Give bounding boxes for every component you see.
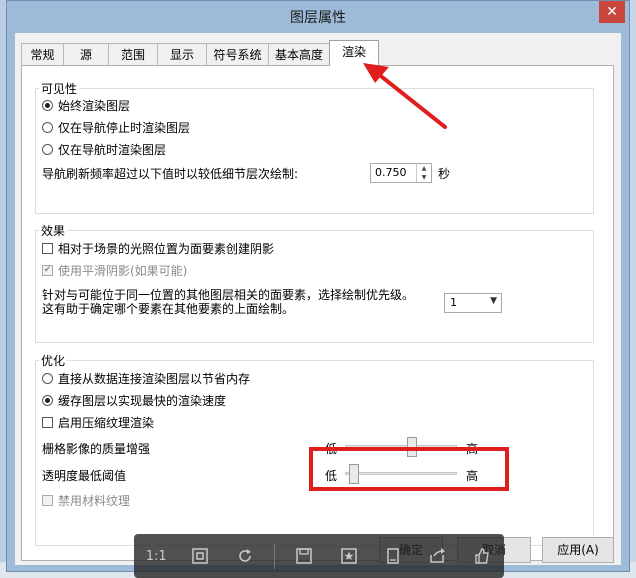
radio-label: 仅在导航时渲染图层 [58,143,167,157]
radio-label: 仅在导航停止时渲染图层 [58,121,191,135]
save-icon[interactable] [289,541,319,571]
apply-button[interactable]: 应用(A) [542,537,614,563]
compressed-texture-checkbox-row[interactable]: 启用压缩纹理渲染 [42,414,154,431]
radio-button[interactable] [42,100,53,111]
zoom-actual-size-button[interactable]: 1:1 [141,541,171,571]
image-viewer-toolbar: 1:1 [134,534,504,578]
tab-symbology[interactable]: 符号系统 [206,43,269,65]
rendering-panel: 可见性 始终渲染图层 仅在导航停止时渲染图层 仅在导航时渲染图层 导航刷新频率超… [21,65,614,561]
radio-render-while-navigating[interactable]: 仅在导航时渲染图层 [42,141,166,158]
priority-select[interactable]: 1 ▼ [444,293,502,313]
checkbox-checked[interactable]: ✔ [42,265,53,276]
visibility-group: 可见性 始终渲染图层 仅在导航停止时渲染图层 仅在导航时渲染图层 导航刷新频率超… [35,80,594,214]
radio-direct-from-data[interactable]: 直接从数据连接渲染图层以节省内存 [42,370,250,387]
radio-label: 始终渲染图层 [58,99,131,113]
like-icon[interactable] [467,541,497,571]
priority-description-line2: 这有助于确定哪个要素在其他要素的上面绘制。 [42,302,295,316]
checkbox[interactable] [42,495,53,506]
checkbox-label: 使用平滑阴影(如果可能) [58,264,188,278]
radio-button[interactable] [42,373,53,384]
window-title: 图层属性 [290,10,346,26]
tab-source[interactable]: 源 [63,43,109,65]
annotation-arrow-icon [363,63,447,129]
radio-render-when-stopped[interactable]: 仅在导航停止时渲染图层 [42,119,190,136]
layer-properties-dialog: 图层属性 ✕ 常规 源 范围 显示 符号系统 基本高度 渲染 可见性 始终渲染图… [6,0,630,572]
radio-cache-layer[interactable]: 缓存图层以实现最快的渲染速度 [42,392,226,409]
optimize-group-title: 优化 [39,352,68,369]
shadow-checkbox-row[interactable]: 相对于场景的光照位置为面要素创建阴影 [42,240,274,257]
radio-label: 缓存图层以实现最快的渲染速度 [58,394,227,408]
radio-button[interactable] [42,395,53,406]
spin-up-icon[interactable]: ▲ [417,164,431,173]
copy-icon[interactable] [378,541,408,571]
annotation-highlight-box [309,447,509,491]
spinner-arrows[interactable]: ▲ ▼ [416,164,431,182]
checkbox[interactable] [42,417,53,428]
share-icon[interactable] [422,541,452,571]
checkbox[interactable] [42,243,53,254]
checkbox-label: 相对于场景的光照位置为面要素创建阴影 [58,242,275,256]
checkbox-label: 启用压缩纹理渲染 [58,416,155,430]
spin-down-icon[interactable]: ▼ [417,173,431,182]
radio-button[interactable] [42,122,53,133]
toolbar-separator [274,543,276,569]
smooth-shading-checkbox-row[interactable]: ✔ 使用平滑阴影(如果可能) [42,262,187,279]
tab-extent[interactable]: 范围 [108,43,158,65]
tab-general[interactable]: 常规 [21,43,64,65]
rotate-icon[interactable] [230,541,260,571]
radio-button[interactable] [42,144,53,155]
select-value: 1 [450,296,457,309]
radio-label: 直接从数据连接渲染图层以节省内存 [58,372,251,386]
refresh-unit: 秒 [438,167,451,181]
material-texture-checkbox-row[interactable]: 禁用材料纹理 [42,492,130,509]
effects-group-title: 效果 [39,222,68,239]
refresh-threshold-label: 导航刷新频率超过以下值时以较低细节层次绘制: [42,167,299,181]
spinner-value: 0.750 [375,166,407,179]
dialog-client-area: 常规 源 范围 显示 符号系统 基本高度 渲染 可见性 始终渲染图层 仅在导航停… [15,33,621,565]
title-bar: 图层属性 ✕ [7,1,629,33]
checkbox-label: 禁用材料纹理 [58,494,131,508]
tab-display[interactable]: 显示 [157,43,207,65]
visibility-group-title: 可见性 [39,80,80,97]
alpha-threshold-label: 透明度最低阈值 [42,469,127,483]
quality-label: 栅格影像的质量增强 [42,442,151,456]
effects-group: 效果 相对于场景的光照位置为面要素创建阴影 ✔ 使用平滑阴影(如果可能) 针对与… [35,222,594,343]
fit-screen-icon[interactable] [185,541,215,571]
favorite-icon[interactable] [334,541,364,571]
radio-always-render[interactable]: 始终渲染图层 [42,97,130,114]
tab-base-heights[interactable]: 基本高度 [268,43,330,65]
close-button[interactable]: ✕ [599,1,625,23]
chevron-down-icon[interactable]: ▼ [490,296,497,306]
refresh-threshold-spinner[interactable]: 0.750 ▲ ▼ [370,163,432,183]
